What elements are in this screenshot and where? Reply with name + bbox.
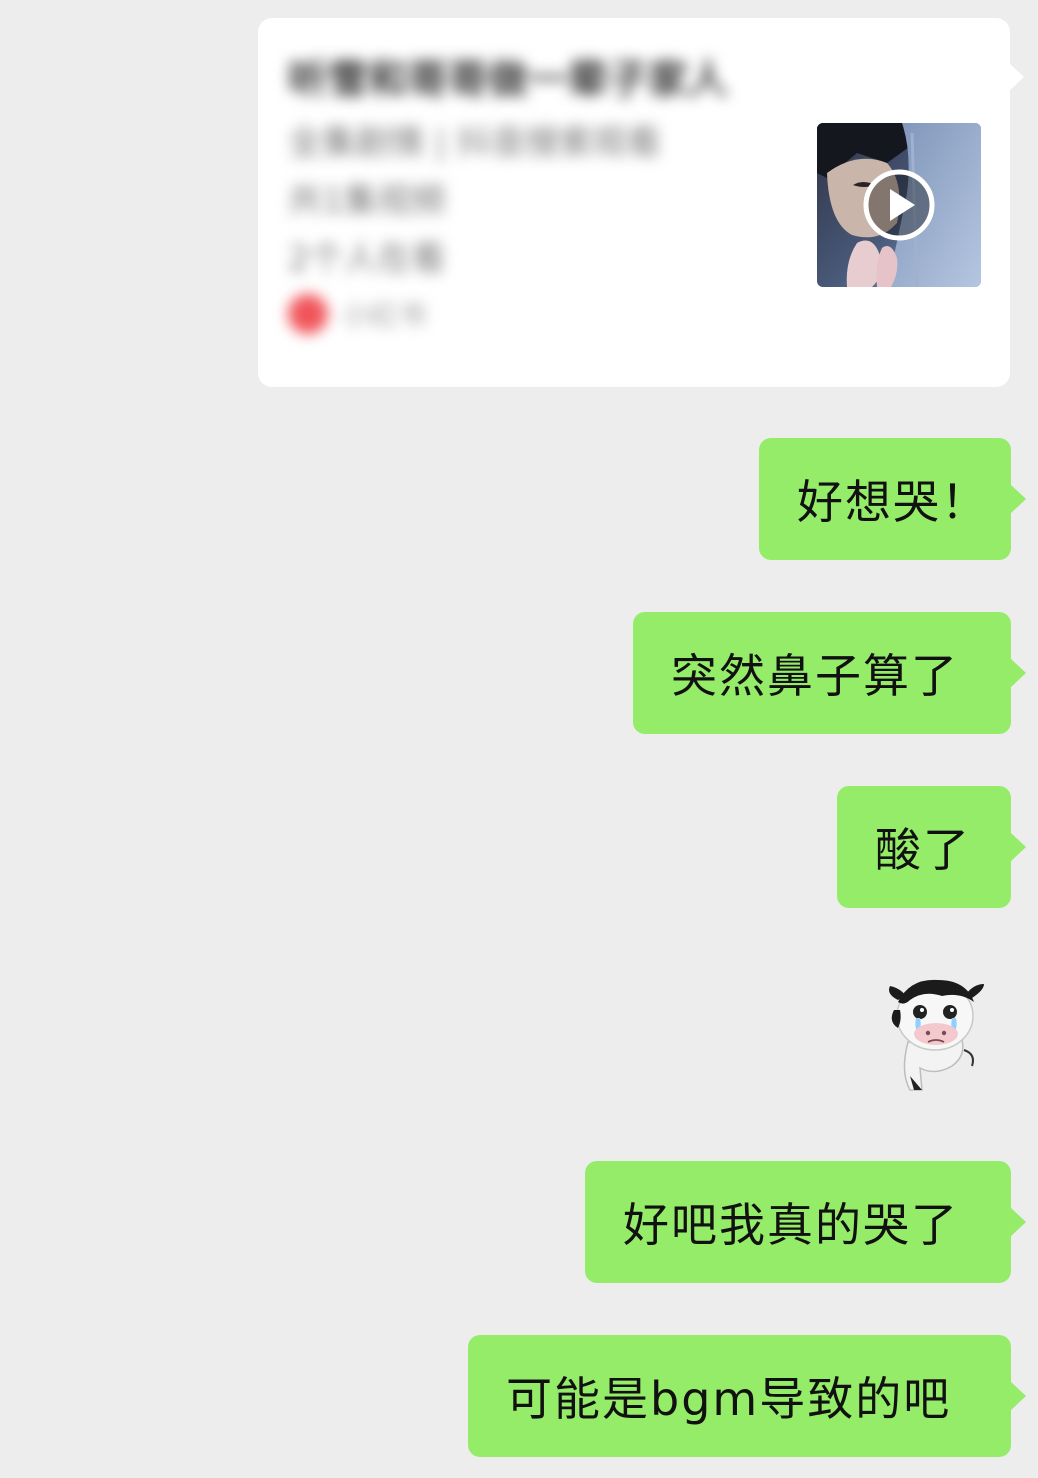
- message-bubble[interactable]: 突然鼻子算了: [633, 612, 1026, 734]
- shared-video-card[interactable]: 听雪和哥哥做一辈子家人 全集剧情 | 抖音搜索观看 共1集视频 2个人在看 小红…: [258, 18, 1010, 387]
- video-thumbnail[interactable]: [817, 123, 981, 287]
- card-line-4: 2个人在看: [288, 239, 446, 279]
- message-bubble[interactable]: 好吧我真的哭了: [585, 1161, 1026, 1283]
- message-text: 酸了: [875, 823, 971, 877]
- message-text: 突然鼻子算了: [671, 649, 959, 703]
- card-subtitle: 全集剧情 | 抖音搜索观看: [288, 123, 662, 163]
- crying-cow-icon: [889, 979, 984, 1091]
- card-text-block: 听雪和哥哥做一辈子家人 全集剧情 | 抖音搜索观看 共1集视频 2个人在看 小红…: [288, 52, 808, 334]
- source-logo-icon: [288, 294, 328, 334]
- message-bubble[interactable]: 酸了: [837, 786, 1026, 908]
- message-bubble[interactable]: 可能是bgm导致的吧: [468, 1335, 1026, 1457]
- message-bubble[interactable]: 好想哭！: [759, 438, 1026, 560]
- card-title: 听雪和哥哥做一辈子家人: [288, 57, 728, 103]
- crying-cow-sticker[interactable]: [880, 972, 990, 1094]
- message-text: 好吧我真的哭了: [623, 1198, 959, 1252]
- card-source-label: 小红书: [342, 299, 427, 332]
- message-text: 可能是bgm导致的吧: [506, 1372, 952, 1426]
- card-tail: [1008, 62, 1024, 92]
- play-icon: [863, 169, 935, 241]
- card-line-3: 共1集视频: [288, 181, 446, 221]
- message-text: 好想哭！: [797, 475, 989, 529]
- card-source: 小红书: [288, 294, 808, 334]
